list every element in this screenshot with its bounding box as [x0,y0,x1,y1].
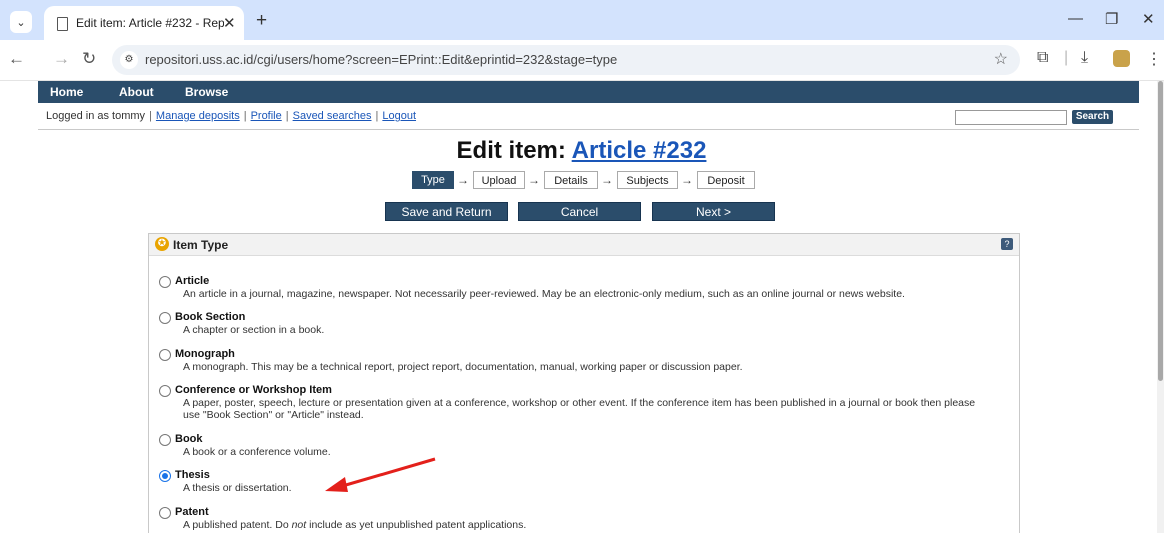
page-icon [57,17,68,31]
logout-link[interactable]: Logout [382,110,416,122]
patent-description: A published patent. Do not include as ye… [183,519,527,531]
step-details[interactable]: Details [544,171,598,189]
star-icon: ✪ [155,237,169,251]
search-button[interactable]: Search [1072,110,1113,124]
window-close-icon[interactable]: ✕ [1142,10,1155,28]
saved-searches-link[interactable]: Saved searches [293,110,372,122]
close-icon[interactable]: ✕ [223,14,236,32]
radio-book[interactable] [159,434,171,446]
annotation-arrow-icon [325,457,436,492]
menu-home[interactable]: Home [50,85,83,99]
cancel-button[interactable]: Cancel [518,202,641,221]
web-page: Home About Browse Logged in as tommy | Man… [8,81,1155,533]
next-button[interactable]: Next > [652,202,775,221]
step-subjects[interactable]: Subjects [617,171,678,189]
scrollbar-thumb[interactable] [1158,81,1163,381]
bookmark-star-icon[interactable]: ☆ [994,49,1008,69]
extensions-icon[interactable]: ⧉ [1037,49,1048,67]
new-tab-button[interactable]: + [256,10,267,32]
url-text[interactable]: repositori.uss.ac.id/cgi/users/home?scre… [145,52,617,67]
browser-toolbar: ← → ↻ ⚙ repositori.uss.ac.id/cgi/users/h… [0,40,1164,81]
forward-icon[interactable]: → [53,49,70,69]
tab-title: Edit item: Article #232 - Reposit [76,16,224,30]
back-icon[interactable]: ← [8,49,25,69]
step-type[interactable]: Type [412,171,454,189]
download-icon[interactable]: ⤓ [1081,49,1088,67]
manage-deposits-link[interactable]: Manage deposits [156,110,240,122]
toolbar-divider: | [1064,49,1069,66]
save-and-return-button[interactable]: Save and Return [385,202,508,221]
menu-about[interactable]: About [119,85,154,99]
panel-header: ✪ Item Type ? [149,234,1019,256]
login-bar: Logged in as tommy | Manage deposits | Profi… [38,103,1139,130]
step-arrow-icon: → [601,173,613,187]
radio-article[interactable] [159,276,171,288]
search-input[interactable] [955,110,1067,125]
more-menu-icon[interactable]: ⋮ [1146,49,1162,69]
address-bar[interactable]: ⚙ repositori.uss.ac.id/cgi/users/home?sc… [112,45,1020,75]
browser-tab[interactable]: Edit item: Article #232 - Reposit ✕ [44,6,244,40]
profile-link[interactable]: Profile [251,110,282,122]
help-icon[interactable]: ? [1001,238,1013,250]
logged-in-label: Logged in as tommy [46,110,146,122]
radio-thesis[interactable] [159,470,171,482]
step-arrow-icon: → [681,173,693,187]
restore-icon[interactable]: ❐ [1105,10,1118,28]
radio-book-section[interactable] [159,312,171,324]
item-type-panel: ✪ Item Type ? Article An article in a jo… [148,233,1020,533]
site-settings-icon[interactable]: ⚙ [120,51,138,69]
article-link[interactable]: Article #232 [572,137,707,164]
step-arrow-icon: → [528,173,540,187]
menu-browse[interactable]: Browse [185,85,228,99]
step-upload[interactable]: Upload [473,171,525,189]
radio-conference-item[interactable] [159,385,171,397]
radio-monograph[interactable] [159,349,171,361]
step-arrow-icon: → [457,173,469,187]
tab-strip: ⌄ Edit item: Article #232 - Reposit ✕ + … [0,0,1164,40]
panel-title: Item Type [173,238,229,252]
radio-patent[interactable] [159,507,171,519]
tab-search-button[interactable]: ⌄ [10,11,32,33]
page-title: Edit item: Article #232 [456,137,707,164]
reload-icon[interactable]: ↻ [82,49,96,69]
main-menu: Home About Browse [38,81,1139,103]
profile-avatar[interactable] [1113,50,1130,67]
minimize-icon[interactable]: — [1068,10,1083,27]
page-scrollbar[interactable] [1157,81,1164,533]
step-deposit[interactable]: Deposit [697,171,755,189]
